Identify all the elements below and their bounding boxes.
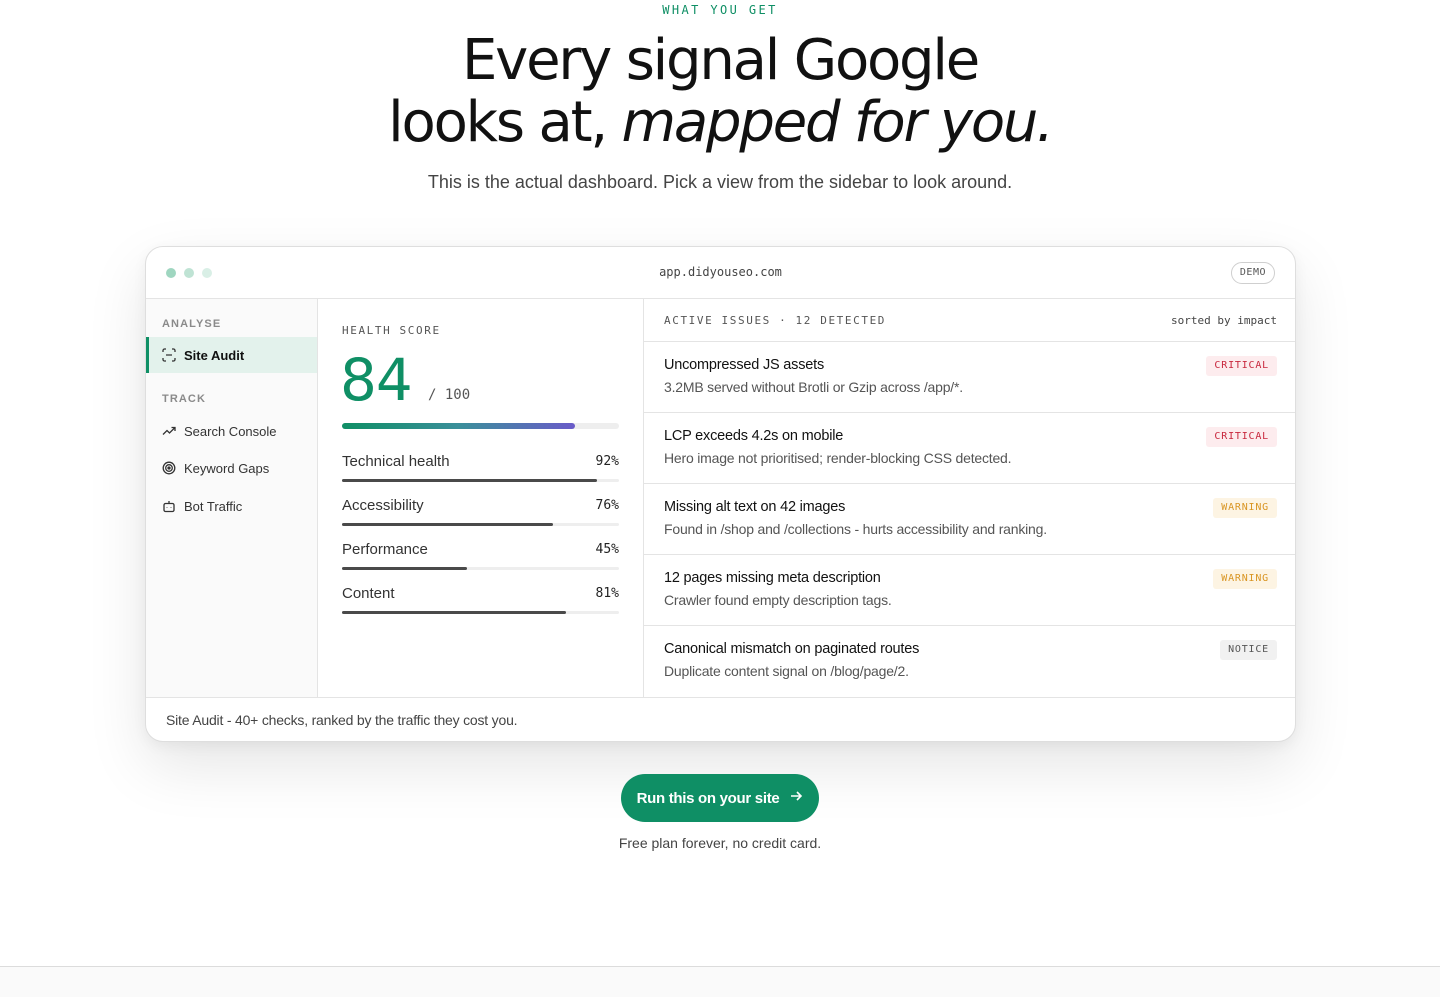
bot-icon: [162, 499, 176, 513]
health-panel: HEALTH SCORE 84 / 100 Technical health 9…: [318, 299, 644, 697]
metric-bar: [342, 479, 619, 482]
severity-badge: NOTICE: [1220, 640, 1277, 660]
issue-description: Crawler found empty description tags.: [664, 592, 892, 608]
issue-row[interactable]: Missing alt text on 42 images Found in /…: [644, 484, 1295, 555]
run-on-site-button[interactable]: Run this on your site: [621, 774, 819, 822]
metric-bar-fill: [342, 611, 567, 614]
health-score-bar-fill: [342, 423, 575, 429]
metric-name: Technical health: [342, 453, 450, 470]
issue-title: LCP exceeds 4.2s on mobile: [664, 428, 844, 444]
metric-value: 45%: [595, 542, 619, 557]
issue-description: Found in /shop and /collections - hurts …: [664, 521, 1047, 537]
metric-bar: [342, 523, 619, 526]
metric-content: Content 81%: [342, 585, 619, 615]
eyebrow: WHAT YOU GET: [662, 3, 778, 17]
sidebar-item-bot-traffic[interactable]: Bot Traffic: [146, 488, 317, 524]
trend-up-icon: [162, 424, 176, 438]
cta-note: Free plan forever, no credit card.: [618, 835, 822, 851]
metric-value: 76%: [595, 498, 619, 513]
footer-caption: Site Audit - 40+ checks, ranked by the t…: [166, 712, 518, 728]
severity-badge: WARNING: [1213, 569, 1277, 589]
metric-name: Content: [342, 585, 395, 602]
demo-badge: DEMO: [1230, 262, 1275, 284]
metric-value: 81%: [595, 586, 619, 601]
issues-title: ACTIVE ISSUES · 12 DETECTED: [664, 314, 887, 327]
issues-header: ACTIVE ISSUES · 12 DETECTED sorted by im…: [644, 299, 1295, 342]
target-icon: [162, 461, 176, 475]
sidebar-item-keyword-gaps[interactable]: Keyword Gaps: [146, 450, 317, 486]
sidebar-item-label: Keyword Gaps: [184, 460, 270, 476]
issue-title: 12 pages missing meta description: [664, 570, 881, 586]
sidebar-item-label: Bot Traffic: [184, 498, 243, 514]
sidebar: ANALYSE Site Audit TRACK Search Console …: [146, 299, 318, 697]
severity-badge: CRITICAL: [1206, 427, 1277, 447]
scan-icon: [162, 348, 176, 362]
issue-description: 3.2MB served without Brotli or Gzip acro…: [664, 379, 963, 395]
metric-bar: [342, 611, 619, 614]
sidebar-item-search-console[interactable]: Search Console: [146, 413, 317, 449]
health-score-value: 84: [340, 346, 413, 414]
metric-name: Performance: [342, 541, 428, 558]
issues-panel: ACTIVE ISSUES · 12 DETECTED sorted by im…: [644, 299, 1295, 697]
dashboard-window: app.didyouseo.com DEMO ANALYSE Site Audi…: [145, 246, 1296, 742]
issue-row[interactable]: Uncompressed JS assets 3.2MB served with…: [644, 342, 1295, 413]
issue-row[interactable]: 12 pages missing meta description Crawle…: [644, 555, 1295, 626]
health-score-bar: [342, 423, 619, 429]
window-titlebar: app.didyouseo.com DEMO: [146, 247, 1295, 299]
sidebar-item-site-audit[interactable]: Site Audit: [146, 337, 317, 373]
metric-bar: [342, 567, 619, 570]
issue-description: Duplicate content signal on /blog/page/2…: [664, 663, 909, 679]
health-score-label: HEALTH SCORE: [342, 324, 441, 337]
window-url: app.didyouseo.com: [659, 265, 782, 279]
cta-label: Run this on your site: [636, 789, 780, 807]
metric-bar-fill: [342, 523, 553, 526]
page-bottom-strip: [0, 966, 1440, 997]
metric-accessibility: Accessibility 76%: [342, 497, 619, 527]
window-footer: Site Audit - 40+ checks, ranked by the t…: [146, 697, 1295, 741]
headline-line-2: looks at,: [388, 90, 622, 155]
issues-sort-label[interactable]: sorted by impact: [1171, 314, 1277, 327]
sidebar-section-analyse: ANALYSE: [162, 318, 222, 330]
issue-title: Canonical mismatch on paginated routes: [664, 641, 920, 657]
metric-bar-fill: [342, 479, 597, 482]
headline-line-1: Every signal Google: [461, 28, 980, 93]
issue-row[interactable]: Canonical mismatch on paginated routes D…: [644, 626, 1295, 697]
sidebar-item-label: Search Console: [184, 423, 277, 439]
hero-subline: This is the actual dashboard. Pick a vie…: [427, 172, 1013, 192]
metric-bar-fill: [342, 567, 467, 570]
issue-title: Missing alt text on 42 images: [664, 499, 846, 515]
page-headline: Every signal Google looks at, mapped for…: [0, 30, 1440, 154]
sidebar-item-label: Site Audit: [184, 347, 245, 363]
arrow-right-icon: [789, 789, 803, 807]
health-score-max: / 100: [428, 387, 471, 403]
severity-badge: CRITICAL: [1206, 356, 1277, 376]
headline-italic: mapped for you.: [621, 90, 1054, 155]
sidebar-section-track: TRACK: [162, 393, 206, 405]
issue-description: Hero image not prioritised; render-block…: [664, 450, 1012, 466]
metric-technical-health: Technical health 92%: [342, 453, 619, 483]
metric-value: 92%: [595, 454, 619, 469]
metric-name: Accessibility: [342, 497, 424, 514]
issue-title: Uncompressed JS assets: [664, 357, 824, 373]
severity-badge: WARNING: [1213, 498, 1277, 518]
issue-row[interactable]: LCP exceeds 4.2s on mobile Hero image no…: [644, 413, 1295, 484]
metric-performance: Performance 45%: [342, 541, 619, 571]
